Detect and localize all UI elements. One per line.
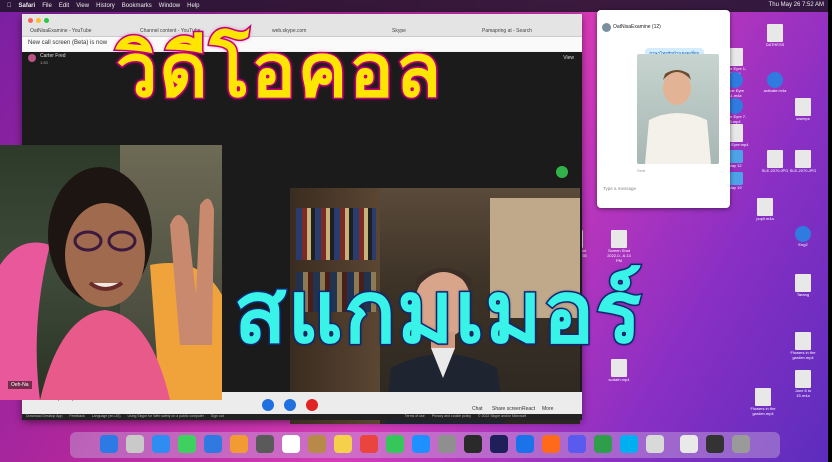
menu-item[interactable]: Safari: [19, 3, 36, 9]
firefox-icon[interactable]: [542, 435, 560, 453]
react-button[interactable]: React: [522, 406, 535, 412]
photo-person: [645, 70, 711, 164]
skype-footer: Download Desktop App Feedback Language (…: [22, 414, 582, 420]
terminal-icon[interactable]: [464, 435, 482, 453]
apple-icon[interactable]: : [7, 3, 12, 9]
menu-clock[interactable]: Thu May 26 7:52 AM: [769, 2, 824, 8]
close-window-button[interactable]: [28, 18, 33, 23]
desktop-file[interactable]: SLE-2070.JPG: [760, 150, 790, 173]
chat-button[interactable]: Chat: [472, 406, 483, 412]
tab-youtube-1[interactable]: OatNisaExamine - YouTube: [30, 28, 92, 36]
mac-dock: [70, 432, 780, 458]
photo-caption: Sent: [637, 168, 646, 173]
camera-button[interactable]: [284, 399, 296, 411]
avatar: [602, 23, 611, 32]
menu-item[interactable]: Bookmarks: [122, 3, 152, 9]
app-store-icon[interactable]: [412, 435, 430, 453]
messages-icon[interactable]: [178, 435, 196, 453]
desktop-file[interactable]: Eng2: [788, 226, 818, 247]
menu-item[interactable]: History: [96, 3, 115, 9]
contacts-icon[interactable]: [308, 435, 326, 453]
message-input[interactable]: Type a message: [603, 186, 723, 200]
desktop-file[interactable]: SLE-2070.JPG: [788, 150, 818, 173]
facetime-icon[interactable]: [256, 435, 274, 453]
line-icon[interactable]: [594, 435, 612, 453]
desktop-file[interactable]: June 8 to 15.m4a: [788, 370, 818, 398]
skype-icon[interactable]: [620, 435, 638, 453]
edge-bar: [828, 0, 832, 462]
recent-file-icon[interactable]: [706, 435, 724, 453]
settings-icon[interactable]: [438, 435, 456, 453]
call-icon[interactable]: [556, 166, 568, 178]
end-call-button[interactable]: [306, 399, 318, 411]
call-timer: 1:53: [40, 60, 48, 65]
screen-frame:  Safari File Edit View History Bookmark…: [0, 0, 832, 462]
microphone-button[interactable]: [262, 399, 274, 411]
trash-icon[interactable]: [732, 435, 750, 453]
footer-link[interactable]: Sign out: [211, 414, 224, 418]
tab-search[interactable]: Pamapring at - Search: [482, 28, 532, 36]
menu-item[interactable]: View: [76, 3, 89, 9]
woman-figure: [0, 167, 222, 400]
footer-link[interactable]: Download Desktop App: [26, 414, 62, 418]
menu-item[interactable]: File: [42, 3, 52, 9]
footer-text: © 2022 Skype and/or Microsoft: [478, 414, 527, 418]
finder-icon[interactable]: [100, 435, 118, 453]
downloads-icon[interactable]: [680, 435, 698, 453]
desktop-file[interactable]: Flowers in the garden.mp4: [788, 332, 818, 360]
footer-link[interactable]: Using Skype for Web safely on a public c…: [128, 414, 204, 418]
avatar: [28, 54, 36, 62]
footer-link[interactable]: Terms of use: [405, 414, 425, 418]
menu-item[interactable]: Edit: [59, 3, 69, 9]
thumbnail-title-top: วิดีโอคอล: [114, 28, 444, 114]
webcam-overlay: Oeh-Na: [0, 145, 222, 400]
desktop-file[interactable]: DATHESS: [760, 24, 790, 47]
caller-name: Carter Fred: [40, 53, 66, 59]
desktop-file[interactable]: sweeps: [788, 98, 818, 121]
footer-link[interactable]: Privacy and cookie policy: [432, 414, 471, 418]
skype-chat-panel: OatNisaExamine (12) ภาษาไทยรักบ้านยอดเยี…: [597, 10, 730, 208]
desktop-file[interactable]: Tarang: [788, 274, 818, 297]
minimize-window-button[interactable]: [36, 18, 41, 23]
numbers-icon[interactable]: [386, 435, 404, 453]
menu-item[interactable]: Help: [187, 3, 199, 9]
notes-icon[interactable]: [334, 435, 352, 453]
chat-photo[interactable]: [637, 54, 719, 164]
desktop-file[interactable]: pupil.m4a: [750, 198, 780, 221]
launchpad-icon[interactable]: [126, 435, 144, 453]
beta-notice: New call screen (Beta) is now: [28, 40, 108, 46]
thumbnail-title-bottom: สแกมเมอร์: [233, 263, 644, 363]
calendar-icon[interactable]: [282, 435, 300, 453]
self-label: Oeh-Na: [8, 381, 32, 389]
footer-link[interactable]: Feedback: [69, 414, 84, 418]
safari-icon[interactable]: [152, 435, 170, 453]
zoom-icon[interactable]: [568, 435, 586, 453]
desktop-file[interactable]: Flowers in the garden.mp4: [748, 388, 778, 416]
photoshop-icon[interactable]: [490, 435, 508, 453]
books: [296, 208, 376, 260]
preview-icon[interactable]: [646, 435, 664, 453]
share-screen-button[interactable]: Share screen: [492, 406, 522, 412]
chrome-icon[interactable]: [516, 435, 534, 453]
menu-item[interactable]: Window: [159, 3, 180, 9]
mail-icon[interactable]: [204, 435, 222, 453]
zoom-window-button[interactable]: [44, 18, 49, 23]
photos-icon[interactable]: [230, 435, 248, 453]
more-button[interactable]: More: [542, 406, 553, 412]
chat-contact-name[interactable]: OatNisaExamine (12): [613, 24, 661, 30]
desktop-screenshot[interactable]: Screen Shot 2022-0...6.13 PM: [604, 230, 634, 263]
view-button[interactable]: View: [563, 55, 574, 61]
music-icon[interactable]: [360, 435, 378, 453]
desktop-file[interactable]: activate.m4a: [760, 72, 790, 93]
footer-link[interactable]: Language (en-US): [92, 414, 121, 418]
